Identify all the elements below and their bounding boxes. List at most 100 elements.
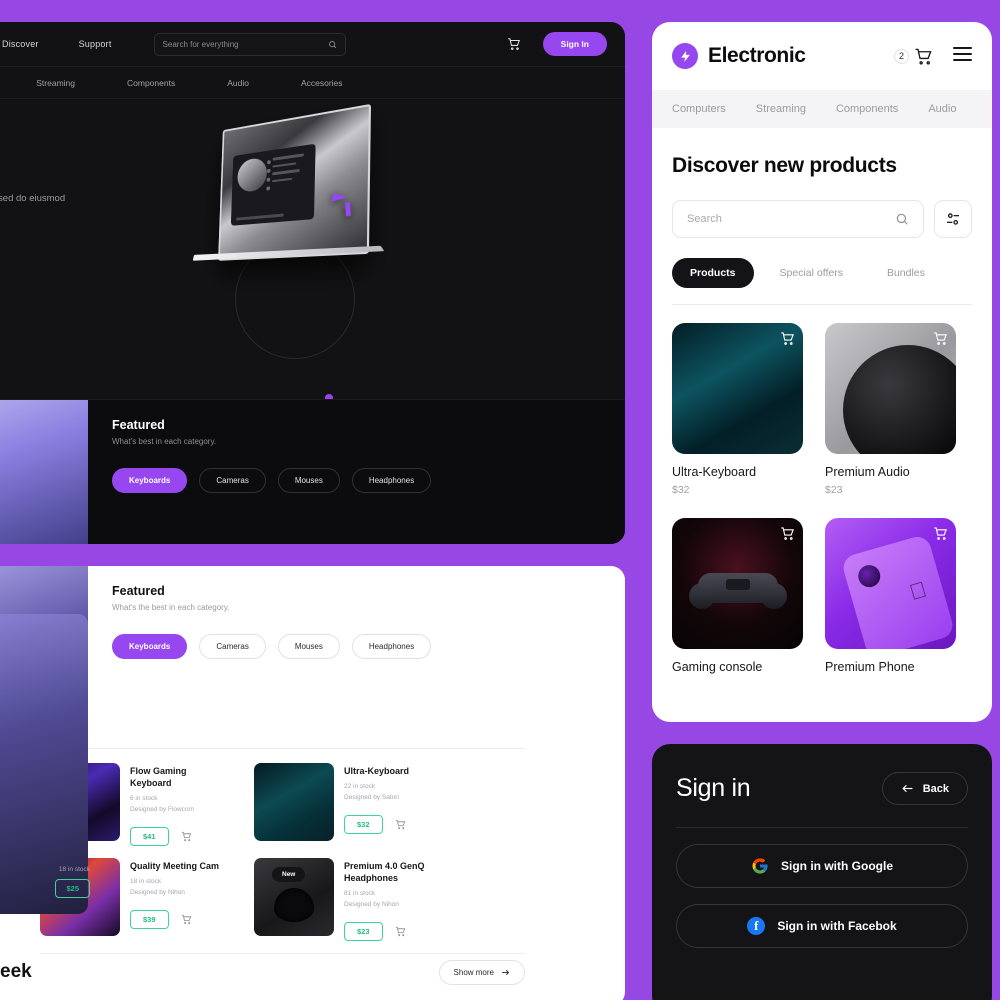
laptop-avatar <box>236 156 268 193</box>
nav-discover[interactable]: Discover <box>2 39 39 49</box>
add-to-cart-icon[interactable] <box>780 331 795 346</box>
chip-cameras-light[interactable]: Cameras <box>199 634 266 659</box>
product-stock: 6 in stock <box>130 795 158 803</box>
chip-mouses-dark[interactable]: Mouses <box>277 468 340 493</box>
desktop-search-placeholder: Search for everything <box>162 39 239 49</box>
mobile-product-card-premium-phone[interactable]:  Premium Phone <box>825 518 956 674</box>
product-price: $41 <box>130 827 169 847</box>
featured-dark-image <box>0 400 88 544</box>
mobile-tabs: Products Special offers Bundles <box>672 258 972 288</box>
mobile-product-card-gaming-console[interactable]: Gaming console <box>672 518 803 674</box>
product-item-premium-genq-headphones[interactable]: New Premium 4.0 GenQ Headphones 81 in st… <box>254 858 442 942</box>
desktop-product-list: Flow Gaming Keyboard 6 in stock Designed… <box>0 749 625 942</box>
mobile-tabs-divider <box>672 304 972 305</box>
featured-dark-chips: Keyboards Cameras Mouses Headphones <box>112 468 601 493</box>
signin-divider <box>676 827 968 828</box>
add-to-cart-icon[interactable] <box>780 526 795 541</box>
google-icon <box>752 858 768 874</box>
mobile-cart-button[interactable]: 2 <box>894 47 933 66</box>
add-to-cart-icon[interactable] <box>395 819 406 830</box>
nav-support[interactable]: Support <box>79 39 112 49</box>
product-thumbnail:  <box>825 518 956 649</box>
signin-google-label: Sign in with Google <box>781 859 893 873</box>
mobile-product-card-premium-audio[interactable]: Premium Audio $23 <box>825 323 956 496</box>
featured-light-chips: Keyboards Cameras Mouses Headphones <box>112 634 601 659</box>
chip-keyboards-dark[interactable]: Keyboards <box>112 468 188 493</box>
product-designer: Designed by Nihon <box>344 900 399 908</box>
product-price: $23 <box>825 484 843 496</box>
product-meta: 18 in stock Designed by Nihon <box>130 877 228 898</box>
laptop-screen <box>218 103 372 261</box>
add-to-cart-icon[interactable] <box>933 331 948 346</box>
product-row: Flow Gaming Keyboard 6 in stock Designed… <box>40 763 525 847</box>
product-name: Quality Meeting Cam <box>130 861 220 872</box>
signin-google-button[interactable]: Sign in with Google <box>676 844 968 888</box>
product-name: Premium 4.0 GenQ Headphones <box>344 861 425 884</box>
laptop-ui-progressbar <box>236 213 284 221</box>
chip-cameras-dark[interactable]: Cameras <box>199 468 266 493</box>
mobile-header: Electronic 2 <box>652 22 992 90</box>
mobile-filter-button[interactable] <box>934 200 972 238</box>
featured-light-subtitle: What's the best in each category. <box>112 603 230 612</box>
add-to-cart-icon[interactable] <box>395 926 406 937</box>
hero-text-block: ool. tur adipiscing elit, sed do eiusmod… <box>0 121 182 221</box>
featured-light-title: Featured <box>112 584 165 598</box>
product-thumbnail: New <box>254 858 334 937</box>
featured-dark-subtitle: What's best in each category. <box>112 437 217 446</box>
chip-headphones-light[interactable]: Headphones <box>351 634 432 659</box>
mobile-product-grid: Ultra-Keyboard $32 Premium Audio $23 Gam… <box>672 323 972 674</box>
mobile-subnav-streaming[interactable]: Streaming <box>756 103 806 115</box>
add-to-cart-icon[interactable] <box>933 526 948 541</box>
tab-special-offers[interactable]: Special offers <box>762 258 861 288</box>
left-card-stock: 18 in stock <box>58 866 90 873</box>
cart-icon[interactable] <box>507 37 521 51</box>
product-item-ultra-keyboard[interactable]: Ultra-Keyboard 22 in stock Designed by S… <box>254 763 442 846</box>
phone-shape:  <box>840 533 956 649</box>
mobile-product-card-ultra-keyboard[interactable]: Ultra-Keyboard $32 <box>672 323 803 496</box>
hamburger-menu-icon[interactable] <box>953 47 972 65</box>
back-button[interactable]: Back <box>881 772 968 805</box>
product-name: Ultra-Keyboard <box>672 465 757 479</box>
subnav-audio[interactable]: Audio <box>227 78 249 88</box>
phone-camera-shape <box>855 562 883 590</box>
product-thumbnail <box>672 518 803 649</box>
mobile-subnav-audio[interactable]: Audio <box>928 103 956 115</box>
subnav-components[interactable]: Components <box>127 78 175 88</box>
mobile-subnav-computers[interactable]: Computers <box>672 103 726 115</box>
desktop-primary-nav: Discover Support <box>2 39 112 49</box>
product-row: Quality Meeting Cam 18 in stock Designed… <box>40 858 525 942</box>
chip-headphones-dark[interactable]: Headphones <box>351 468 432 493</box>
show-more-label: Show more <box>453 967 494 977</box>
desktop-search-input[interactable]: Search for everything <box>153 32 346 56</box>
mobile-subnav-components[interactable]: Components <box>836 103 898 115</box>
product-meta: 22 in stock Designed by Satori <box>344 782 442 803</box>
product-thumbnail <box>672 323 803 454</box>
game-controller-shape <box>689 573 787 609</box>
chip-keyboards-light[interactable]: Keyboards <box>112 634 188 659</box>
mobile-search-input[interactable]: Search <box>672 200 924 238</box>
laptop-screen-ui <box>230 143 316 226</box>
add-to-cart-icon[interactable] <box>181 914 192 925</box>
mobile-panel: Electronic 2 Computers Streaming Compone… <box>652 22 992 722</box>
left-featured-card-meta: 18 in stock $25 <box>30 866 90 898</box>
product-price: $32 <box>672 484 690 496</box>
desktop-signin-button[interactable]: Sign In <box>542 32 607 56</box>
tab-bundles[interactable]: Bundles <box>869 258 943 288</box>
product-stock: 18 in stock <box>130 878 162 886</box>
subnav-accesories[interactable]: Accesories <box>301 78 343 88</box>
product-name: Premium Audio <box>825 465 910 479</box>
signin-facebook-button[interactable]: f Sign in with Facebok <box>676 904 968 948</box>
hero-section: ool. tur adipiscing elit, sed do eiusmod… <box>0 99 625 399</box>
tab-products[interactable]: Products <box>672 258 754 288</box>
mobile-category-nav: Computers Streaming Components Audio <box>652 90 992 128</box>
brand-logo-icon <box>672 43 698 69</box>
product-name: Flow Gaming Keyboard <box>130 766 187 789</box>
show-more-button[interactable]: Show more <box>438 959 525 985</box>
mobile-search-row: Search <box>672 200 972 238</box>
subnav-streaming[interactable]: Streaming <box>36 78 75 88</box>
chip-mouses-light[interactable]: Mouses <box>277 634 340 659</box>
desktop-category-nav: s Streaming Components Audio Accesories <box>0 67 625 99</box>
cart-count-badge: 2 <box>894 48 909 64</box>
product-thumbnail <box>254 763 334 841</box>
add-to-cart-icon[interactable] <box>181 831 192 842</box>
